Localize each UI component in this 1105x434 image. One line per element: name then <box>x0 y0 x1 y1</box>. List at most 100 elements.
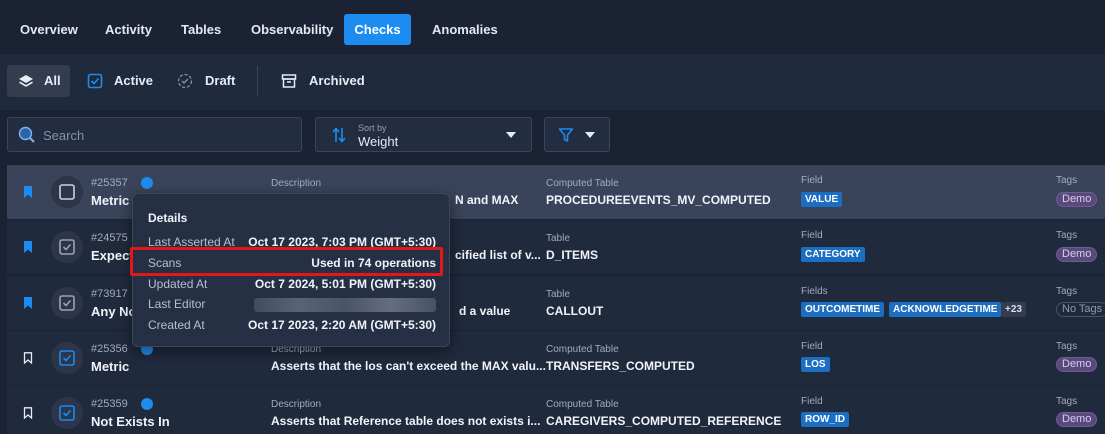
detail-key: Last Editor <box>148 297 206 311</box>
detail-value: Oct 17 2023, 2:20 AM (GMT+5:30) <box>248 318 436 332</box>
filter-all-label: All <box>44 73 61 88</box>
check-id: #24575 <box>91 232 128 244</box>
bookmark-outline-icon[interactable] <box>23 352 33 364</box>
tab-anomalies[interactable]: Anomalies <box>420 14 510 45</box>
row-select-checkbox[interactable] <box>51 397 83 429</box>
search-input[interactable] <box>43 126 283 144</box>
tab-observability[interactable]: Observability <box>239 14 345 45</box>
dashed-circle-check-icon <box>177 73 193 89</box>
bookmark-outline-icon[interactable] <box>23 407 33 419</box>
detail-row-updated: Updated At Oct 7 2024, 5:01 PM (GMT+5:30… <box>148 277 436 293</box>
checkbox-checked-icon <box>59 405 75 421</box>
description-label: Description <box>271 178 322 189</box>
tab-checks[interactable]: Checks <box>344 14 411 45</box>
table-label: Computed Table <box>546 344 619 355</box>
filter-archived-button[interactable]: Archived <box>274 65 370 97</box>
sort-dropdown[interactable]: Sort by Weight <box>315 117 532 152</box>
check-id: #73917 <box>91 288 128 300</box>
filter-dropdown-button[interactable] <box>544 117 610 152</box>
bookmark-filled-icon[interactable] <box>23 297 33 309</box>
toolbar-divider <box>257 66 258 96</box>
tags-label: Tags <box>1056 396 1078 407</box>
description-text: Asserts that Reference table does not ex… <box>271 414 541 428</box>
chevron-down-icon <box>585 132 595 138</box>
archive-icon <box>281 74 297 88</box>
checkbox-empty-icon <box>59 184 75 200</box>
tag-chip: Demo <box>1056 357 1098 372</box>
check-id: #25356 <box>91 343 128 355</box>
sort-icon <box>332 127 346 143</box>
row-select-checkbox[interactable] <box>51 342 83 374</box>
tab-bar: Overview Activity Tables Observability C… <box>0 0 1105 54</box>
detail-key: Updated At <box>148 277 208 291</box>
row-select-checkbox[interactable] <box>51 176 83 208</box>
bookmark-filled-icon[interactable] <box>23 186 33 198</box>
tags-label: Tags <box>1056 286 1078 297</box>
checkbox-checked-icon <box>59 295 75 311</box>
table-label: Computed Table <box>546 178 619 189</box>
field-chip: VALUE <box>801 192 843 207</box>
table-name: CAREGIVERS_COMPUTED_REFERENCE <box>546 414 782 428</box>
filter-active-button[interactable]: Active <box>80 65 160 97</box>
table-name: CALLOUT <box>546 304 604 318</box>
more-fields-chip[interactable]: +23 <box>1001 302 1026 317</box>
table-name: TRANSFERS_COMPUTED <box>546 359 695 373</box>
info-dot-icon[interactable] <box>141 398 153 410</box>
check-type: Expect <box>91 248 134 263</box>
tab-tables[interactable]: Tables <box>169 14 233 45</box>
search-box[interactable] <box>7 117 302 152</box>
field-chip: CATEGORY <box>801 247 865 262</box>
description-text: Asserts that the los can't exceed the MA… <box>271 359 546 373</box>
tab-activity[interactable]: Activity <box>93 14 164 45</box>
check-type: Not Exists In <box>91 414 170 429</box>
detail-row-created: Created At Oct 17 2023, 2:20 AM (GMT+5:3… <box>148 318 436 334</box>
row-select-checkbox[interactable] <box>51 287 83 319</box>
tab-overview[interactable]: Overview <box>8 14 90 45</box>
bookmark-filled-icon[interactable] <box>23 241 33 253</box>
field-chip: OUTCOMETIME <box>801 302 884 317</box>
field-label: Fields <box>801 286 828 297</box>
field-label: Field <box>801 396 823 407</box>
tag-chip: No Tags <box>1056 302 1105 317</box>
popover-title: Details <box>148 211 188 225</box>
funnel-icon <box>558 128 574 142</box>
tags-label: Tags <box>1056 175 1078 186</box>
description-label: Description <box>271 399 322 410</box>
table-label: Table <box>546 289 570 300</box>
search-icon <box>18 126 35 143</box>
field-label: Field <box>801 175 823 186</box>
tag-chip: Demo <box>1056 247 1098 262</box>
tag-chip: Demo <box>1056 192 1098 207</box>
description-text: N and MAX <box>455 193 519 207</box>
detail-value: Oct 7 2024, 5:01 PM (GMT+5:30) <box>254 277 436 291</box>
filter-draft-button[interactable]: Draft <box>170 65 248 97</box>
info-dot-icon[interactable] <box>141 177 153 189</box>
description-text: cified list of v... <box>455 248 541 262</box>
checkbox-checked-icon <box>59 350 75 366</box>
filter-all-button[interactable]: All <box>7 65 70 97</box>
field-chip: ROW_ID <box>801 412 849 427</box>
tags-label: Tags <box>1056 341 1078 352</box>
table-name: D_ITEMS <box>546 248 599 262</box>
highlight-annotation-box <box>130 247 443 276</box>
sort-value: Weight <box>358 134 399 149</box>
tag-chip: Demo <box>1056 412 1098 427</box>
table-label: Table <box>546 233 570 244</box>
table-name: PROCEDUREEVENTS_MV_COMPUTED <box>546 193 771 207</box>
checkbox-checked-icon <box>59 239 75 255</box>
detail-row-last-editor: Last Editor <box>148 297 436 313</box>
field-chip: LOS <box>801 357 830 372</box>
tags-label: Tags <box>1056 230 1078 241</box>
check-id: #25359 <box>91 398 128 410</box>
chevron-down-icon <box>506 132 516 138</box>
field-label: Field <box>801 230 823 241</box>
table-row[interactable]: #25359 Not Exists In Description Asserts… <box>7 386 1105 434</box>
layers-icon <box>19 75 33 87</box>
row-select-checkbox[interactable] <box>51 231 83 263</box>
filter-active-label: Active <box>114 73 154 88</box>
status-filter-bar: All Active Draft Archived <box>0 54 1105 110</box>
detail-key: Created At <box>148 318 205 332</box>
field-chip: ACKNOWLEDGETIME <box>889 302 1002 317</box>
filter-draft-label: Draft <box>205 73 236 88</box>
table-label: Computed Table <box>546 399 619 410</box>
